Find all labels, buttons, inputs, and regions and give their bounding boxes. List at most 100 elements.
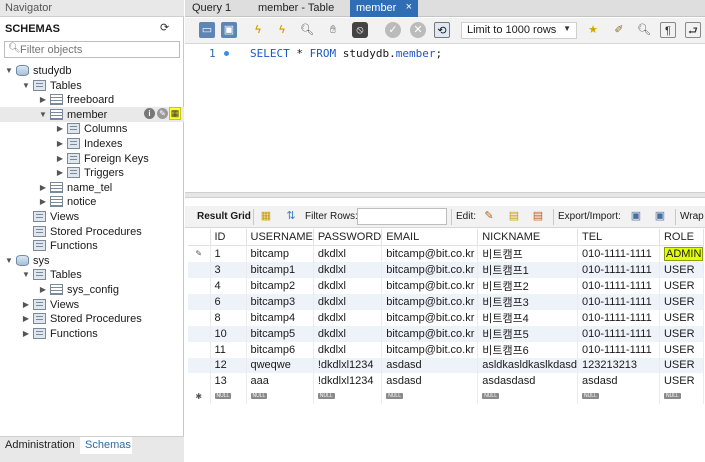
cell-tel[interactable]: 010-1111-1111 xyxy=(577,277,660,294)
cell-role[interactable]: ADMIN xyxy=(659,245,705,262)
export-icon[interactable]: ▣ xyxy=(628,208,644,224)
table-row[interactable]: 8 bitcamp4 dkdlxl bitcamp@bit.co.kr 비트캠프4 010… xyxy=(188,309,705,326)
cell-role[interactable]: USER xyxy=(659,277,705,294)
cell-tel[interactable]: 010-1111-1111 xyxy=(577,261,660,278)
cell-nickname[interactable]: 비트캠프1 xyxy=(477,261,578,278)
column-header-email[interactable]: EMAIL xyxy=(381,229,479,246)
wrap-cell-content-label[interactable]: Wrap xyxy=(680,211,704,222)
close-icon[interactable]: × xyxy=(406,1,412,13)
limit-rows-select[interactable]: Limit to 1000 rows ▼ xyxy=(461,22,577,39)
cell-tel[interactable]: asdasd xyxy=(577,373,660,389)
wrap-text-icon[interactable]: ⮐ xyxy=(685,22,701,38)
column-header-password[interactable]: PASSWORD xyxy=(313,229,383,246)
cell-nickname[interactable]: 비트캠프 xyxy=(477,245,578,262)
cell-password[interactable]: dkdlxl xyxy=(313,293,383,310)
cell-role[interactable]: USER xyxy=(659,325,705,342)
import-icon[interactable]: ▣ xyxy=(652,208,668,224)
explain-icon[interactable]: 🔍︎ xyxy=(299,22,315,38)
cell-role[interactable]: USER xyxy=(659,261,705,278)
chevron-down-icon[interactable]: ▼ xyxy=(4,254,14,268)
cell-nickname[interactable]: asldkasldkaslkdasd xyxy=(477,357,578,373)
insert-row-icon[interactable]: ▤ xyxy=(506,208,522,224)
tree-item[interactable]: ▼ studydb xyxy=(4,64,180,79)
cell-id[interactable]: 12 xyxy=(210,357,247,373)
rollback-icon[interactable]: ✕ xyxy=(410,22,426,38)
column-header-username[interactable]: USERNAME xyxy=(246,229,314,246)
table-row[interactable]: 6 bitcamp3 dkdlxl bitcamp@bit.co.kr 비트캠프3 010… xyxy=(188,293,705,310)
chevron-right-icon[interactable]: ▶ xyxy=(55,166,65,180)
execute-current-icon[interactable]: ϟ xyxy=(274,22,290,38)
cell-tel[interactable]: 010-1111-1111 xyxy=(577,341,660,358)
cell-nickname[interactable]: 비트캠프6 xyxy=(477,341,578,358)
splitter[interactable] xyxy=(185,192,705,198)
find-icon[interactable]: 🔍︎ xyxy=(636,22,652,38)
edit-row-icon[interactable]: ✎ xyxy=(481,208,497,224)
table-row[interactable]: 13 aaa !dkdlxl1234 asdasd asdasdasd asdasd USE… xyxy=(188,373,705,389)
chevron-right-icon[interactable]: ▶ xyxy=(21,298,31,312)
tree-item[interactable]: ▶ notice xyxy=(38,195,180,210)
refresh-icon[interactable]: ⟳ xyxy=(160,22,172,34)
cell-email[interactable]: bitcamp@bit.co.kr xyxy=(381,277,479,294)
cell-email[interactable]: bitcamp@bit.co.kr xyxy=(381,325,479,342)
cell-role[interactable]: USER xyxy=(659,341,705,358)
cell-id[interactable]: 6 xyxy=(210,293,247,310)
cell-email[interactable]: asdasd xyxy=(381,357,479,373)
tree-item[interactable]: ▼ Tables xyxy=(21,79,180,94)
cell-role[interactable]: USER xyxy=(659,293,705,310)
cell-password[interactable]: !dkdlxl1234 xyxy=(313,357,383,373)
cell-password[interactable]: dkdlxl xyxy=(313,325,383,342)
cell-password[interactable]: dkdlxl xyxy=(313,341,383,358)
grid-view-icon[interactable]: ▦ xyxy=(258,208,274,224)
refresh-icon[interactable]: ⇅ xyxy=(283,208,299,224)
tree-item[interactable]: Functions xyxy=(21,239,180,254)
table-row[interactable]: 11 bitcamp6 dkdlxl bitcamp@bit.co.kr 비트캠프6 01… xyxy=(188,341,705,358)
chevron-right-icon[interactable]: ▶ xyxy=(21,312,31,326)
cell-username[interactable]: bitcamp6 xyxy=(246,341,314,358)
chevron-right-icon[interactable]: ▶ xyxy=(38,93,48,107)
sql-statement[interactable]: SELECT * FROM studydb.member; xyxy=(250,47,442,60)
cell-username[interactable]: bitcamp5 xyxy=(246,325,314,342)
table-row[interactable]: ✎ 1 bitcamp dkdlxl bitcamp@bit.co.kr 비트캠프 010-… xyxy=(188,245,705,262)
cell-tel[interactable]: 010-1111-1111 xyxy=(577,293,660,310)
cell-email[interactable]: bitcamp@bit.co.kr xyxy=(381,293,479,310)
tree-item[interactable]: ▶ Views xyxy=(21,298,180,313)
null-cell[interactable]: NULL xyxy=(246,388,314,404)
chevron-right-icon[interactable]: ▶ xyxy=(55,137,65,151)
cell-nickname[interactable]: 비트캠프4 xyxy=(477,309,578,326)
column-header-nickname[interactable]: NICKNAME xyxy=(477,229,578,246)
cell-username[interactable]: aaa xyxy=(246,373,314,389)
tree-item[interactable]: ▶ freeboard xyxy=(38,93,180,108)
info-icon[interactable]: i xyxy=(144,108,155,119)
cell-id[interactable]: 1 xyxy=(210,245,247,262)
cell-role[interactable]: USER xyxy=(659,357,705,373)
cell-username[interactable]: bitcamp2 xyxy=(246,277,314,294)
filter-objects-input[interactable] xyxy=(20,43,176,56)
execute-icon[interactable]: ϟ xyxy=(250,22,266,38)
cell-role[interactable]: USER xyxy=(659,309,705,326)
cell-password[interactable]: dkdlxl xyxy=(313,261,383,278)
null-cell[interactable]: NULL xyxy=(381,388,479,404)
cell-email[interactable]: bitcamp@bit.co.kr xyxy=(381,245,479,262)
cell-username[interactable]: qweqwe xyxy=(246,357,314,373)
table-row[interactable]: 10 bitcamp5 dkdlxl bitcamp@bit.co.kr 비트캠프5 01… xyxy=(188,325,705,342)
cell-id[interactable]: 10 xyxy=(210,325,247,342)
cell-email[interactable]: asdasd xyxy=(381,373,479,389)
cell-password[interactable]: dkdlxl xyxy=(313,309,383,326)
wrench-icon[interactable]: ✎ xyxy=(157,108,168,119)
null-cell[interactable]: NULL xyxy=(477,388,578,404)
tab-query-1[interactable]: Query 1 xyxy=(186,0,250,17)
save-icon[interactable]: ▣ xyxy=(221,22,237,38)
table-row[interactable]: 3 bitcamp1 dkdlxl bitcamp@bit.co.kr 비트캠프1 010… xyxy=(188,261,705,278)
chevron-down-icon[interactable]: ▼ xyxy=(38,108,48,122)
cell-tel[interactable]: 123213213 xyxy=(577,357,660,373)
invisible-chars-icon[interactable]: ¶ xyxy=(660,22,676,38)
snippet-icon[interactable]: ✐ xyxy=(611,22,627,38)
chevron-right-icon[interactable]: ▶ xyxy=(38,195,48,209)
chevron-down-icon[interactable]: ▼ xyxy=(4,64,14,78)
cell-password[interactable]: !dkdlxl1234 xyxy=(313,373,383,389)
tab-schemas[interactable]: Schemas xyxy=(80,437,132,454)
tree-item[interactable]: ▼ sys xyxy=(4,254,180,269)
new-row[interactable]: ✱ NULL NULL NULL NULL NULL NULL NULL xyxy=(188,388,705,404)
tree-item[interactable]: Views xyxy=(21,210,180,225)
column-header-tel[interactable]: TEL xyxy=(577,229,660,246)
